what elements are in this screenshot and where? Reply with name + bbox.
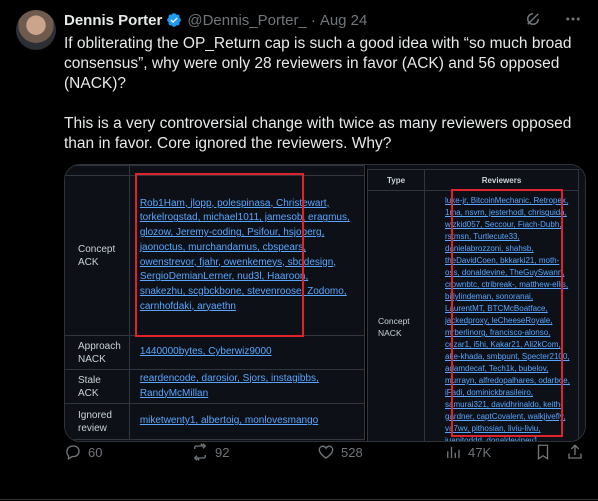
- tweet-paragraph-1: If obliterating the OP_Return cap is suc…: [64, 35, 572, 92]
- like-count: 528: [341, 444, 363, 460]
- author-name[interactable]: Dennis Porter: [64, 12, 162, 29]
- more-options-icon[interactable]: [564, 10, 582, 28]
- tweet-date[interactable]: Aug 24: [320, 12, 368, 29]
- ack-highlight-box: [135, 173, 304, 337]
- repost-count: 92: [215, 444, 230, 460]
- tweet-paragraph-2: This is a very controversial change with…: [64, 115, 572, 152]
- nack-table-panel: Type Reviewers Concept NACK luke-jr, Bit…: [367, 165, 585, 441]
- row-label-approach-nack: Approach NACK: [65, 335, 130, 370]
- reply-count: 60: [88, 444, 103, 460]
- verified-badge-icon: [167, 13, 182, 27]
- reply-button[interactable]: 60: [64, 441, 102, 463]
- share-icon: [568, 444, 582, 459]
- author-handle[interactable]: @Dennis_Porter_: [187, 12, 306, 29]
- views-button[interactable]: 47K: [444, 441, 491, 463]
- heart-icon: [318, 445, 334, 459]
- author-avatar[interactable]: [16, 10, 56, 50]
- grok-icon[interactable]: [524, 10, 542, 28]
- type-header: Type: [367, 169, 425, 191]
- divider: [0, 499, 598, 500]
- bookmark-button[interactable]: [534, 441, 552, 463]
- table-row: Approach NACK 1440000bytes, Cyberwiz9000: [65, 335, 366, 370]
- bookmark-icon: [537, 444, 549, 461]
- reviewer-names: miketwenty1, albertoig, monlovesmango: [139, 415, 319, 427]
- nack-highlight-box: [451, 189, 563, 437]
- tweet-actions: 60 92 528 47K: [64, 441, 584, 463]
- reviewer-names: reardencode, darosior, Sjors, instagibbs…: [139, 372, 319, 399]
- like-button[interactable]: 528: [317, 441, 363, 463]
- tweet-text: If obliterating the OP_Return cap is suc…: [64, 34, 579, 154]
- repost-icon: [193, 443, 207, 461]
- repost-button[interactable]: 92: [191, 441, 229, 463]
- row-label-ignored-review: Ignored review: [65, 403, 130, 440]
- table-row: Ignored review miketwenty1, albertoig, m…: [65, 403, 366, 440]
- reviewers-header: Reviewers: [424, 169, 579, 191]
- row-label-concept-nack: Concept NACK: [367, 190, 425, 441]
- view-count: 47K: [468, 444, 492, 460]
- row-label-stale-ack: Stale ACK: [65, 369, 130, 404]
- table-row: Stale ACK reardencode, darosior, Sjors, …: [65, 369, 366, 404]
- separator-dot: ·: [310, 11, 316, 29]
- row-label-concept-ack: Concept ACK: [65, 175, 130, 336]
- ack-table-panel: Concept ACK Rob1Ham, jlopp, polespinasa,…: [65, 165, 366, 441]
- tweet-image[interactable]: Concept ACK Rob1Ham, jlopp, polespinasa,…: [64, 164, 586, 442]
- reviewer-names: 1440000bytes, Cyberwiz9000: [139, 346, 272, 358]
- reply-icon: [66, 445, 80, 460]
- share-button[interactable]: [566, 441, 584, 463]
- views-chart-icon: [447, 446, 460, 458]
- tweet-header: Dennis Porter @Dennis_Porter_ · Aug 24: [64, 10, 367, 30]
